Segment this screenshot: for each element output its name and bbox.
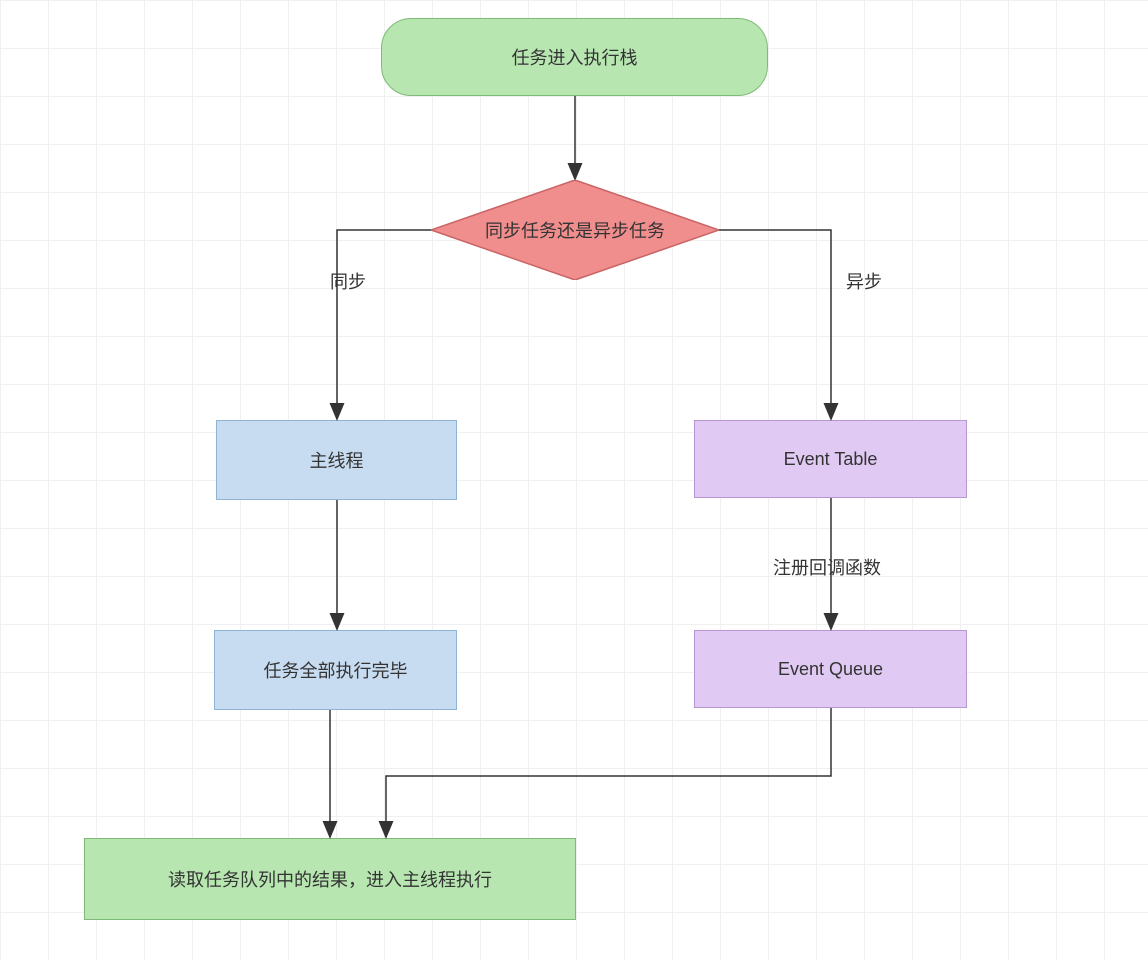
edge-label-sync: 同步 — [330, 268, 366, 294]
connectors — [0, 0, 1148, 960]
node-read-queue: 读取任务队列中的结果，进入主线程执行 — [84, 838, 576, 920]
node-decision: 同步任务还是异步任务 — [431, 180, 719, 280]
node-all-done: 任务全部执行完毕 — [214, 630, 457, 710]
node-start-terminal: 任务进入执行栈 — [381, 18, 768, 96]
edge-label-register-callback: 注册回调函数 — [773, 554, 881, 580]
node-all-done-label: 任务全部执行完毕 — [264, 657, 408, 683]
node-event-table: Event Table — [694, 420, 967, 498]
node-event-queue-label: Event Queue — [778, 659, 883, 680]
node-event-queue: Event Queue — [694, 630, 967, 708]
node-decision-label: 同步任务还是异步任务 — [485, 217, 665, 243]
node-main-thread-label: 主线程 — [310, 447, 364, 473]
edge-label-async: 异步 — [846, 268, 882, 294]
node-read-queue-label: 读取任务队列中的结果，进入主线程执行 — [168, 866, 492, 892]
node-event-table-label: Event Table — [784, 449, 878, 470]
node-main-thread: 主线程 — [216, 420, 457, 500]
node-start-label: 任务进入执行栈 — [512, 44, 638, 70]
